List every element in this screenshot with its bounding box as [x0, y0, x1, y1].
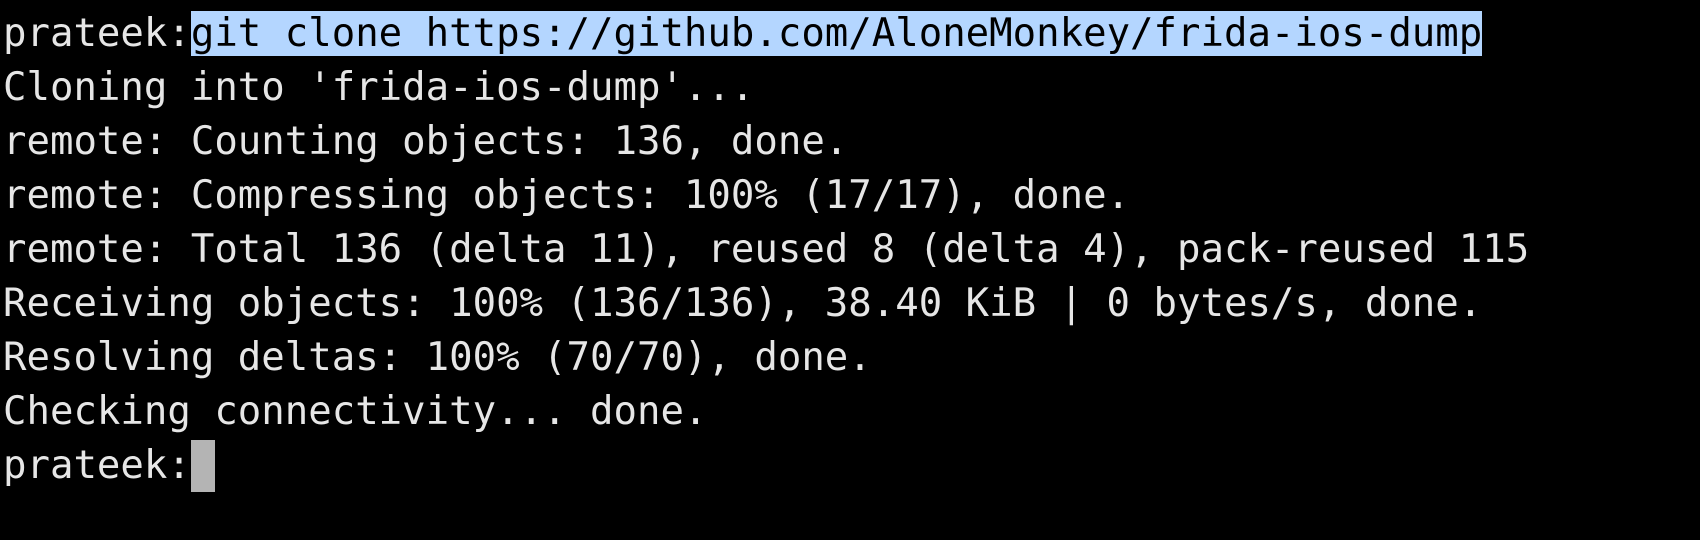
output-line-receiving: Receiving objects: 100% (136/136), 38.40… — [3, 281, 1483, 326]
output-line-counting: remote: Counting objects: 136, done. — [3, 119, 849, 164]
output-line-cloning: Cloning into 'frida-ios-dump'... — [3, 65, 755, 110]
current-prompt-line[interactable]: prateek: — [0, 439, 1700, 493]
command-line: prateek:git clone https://github.com/Alo… — [0, 7, 1700, 61]
selected-command-text[interactable]: git clone https://github.com/AloneMonkey… — [190, 11, 1483, 56]
output-line-resolving: Resolving deltas: 100% (70/70), done. — [3, 335, 872, 380]
output-line-total: remote: Total 136 (delta 11), reused 8 (… — [3, 227, 1530, 272]
prompt: prateek: — [3, 11, 191, 56]
output-line-compressing: remote: Compressing objects: 100% (17/17… — [3, 173, 1131, 218]
terminal-window[interactable]: prateek:git clone https://github.com/Alo… — [0, 0, 1700, 540]
text-cursor — [190, 440, 215, 492]
output-line-checking: Checking connectivity... done. — [3, 389, 708, 434]
prompt: prateek: — [3, 443, 191, 488]
